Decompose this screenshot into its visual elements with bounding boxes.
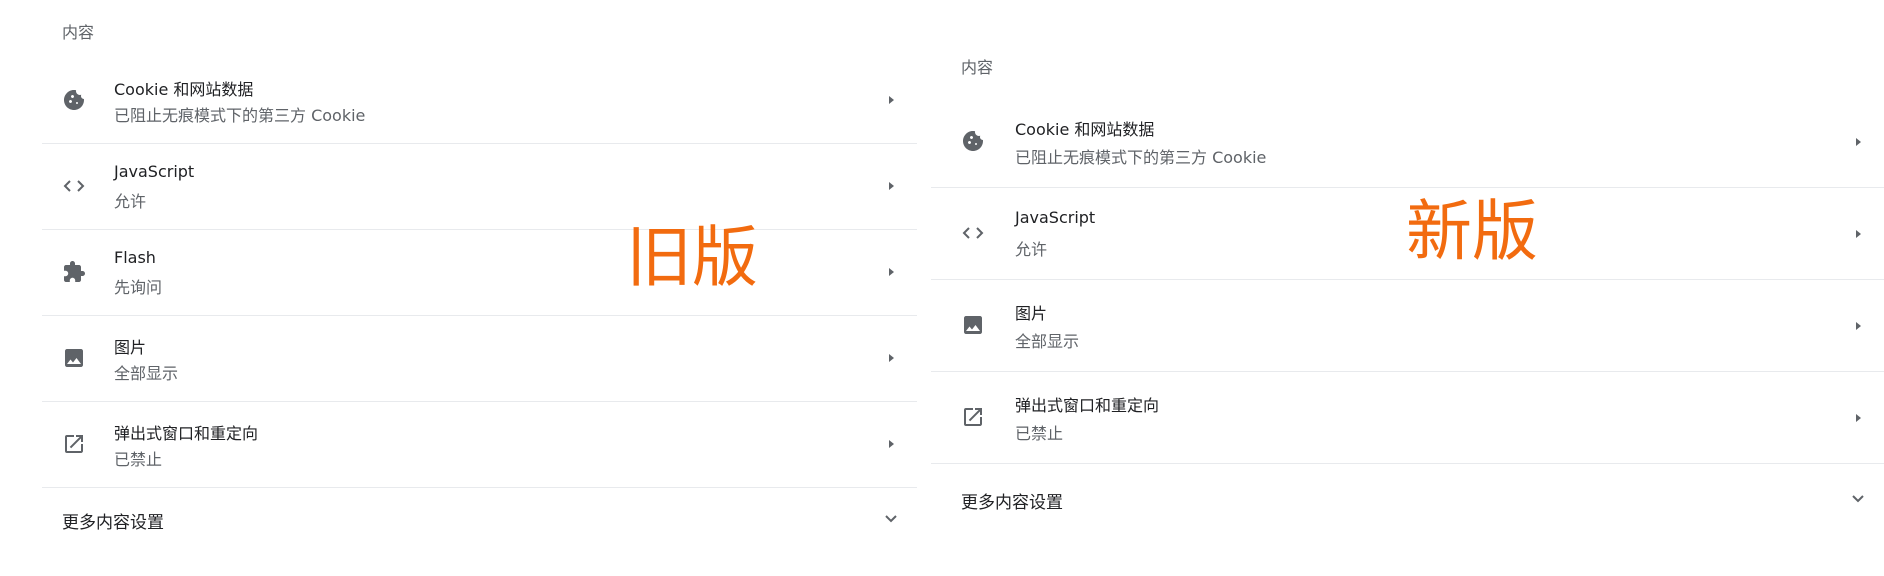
- open-in-new-icon: [62, 432, 86, 456]
- row-subtitle: 已阻止无痕模式下的第三方 Cookie: [114, 106, 366, 125]
- row-title: 图片: [114, 338, 147, 357]
- image-icon: [961, 313, 985, 337]
- more-content-settings[interactable]: 更多内容设置: [931, 474, 1884, 524]
- row-subtitle: 已禁止: [114, 450, 163, 469]
- chevron-right-icon: [885, 352, 897, 364]
- new-version-label: 新版: [1406, 193, 1538, 270]
- more-content-settings[interactable]: 更多内容设置: [42, 496, 917, 546]
- chevron-right-icon: [885, 266, 897, 278]
- row-javascript[interactable]: JavaScript 允许: [42, 144, 917, 230]
- row-subtitle: 已阻止无痕模式下的第三方 Cookie: [1015, 148, 1267, 167]
- row-subtitle: 允许: [1015, 240, 1048, 259]
- more-content-settings-label: 更多内容设置: [62, 513, 164, 533]
- row-title: 弹出式窗口和重定向: [1015, 396, 1160, 415]
- more-content-settings-label: 更多内容设置: [961, 493, 1063, 513]
- cookie-icon: [961, 129, 985, 153]
- puzzle-extension-icon: [62, 260, 86, 284]
- chevron-right-icon: [885, 180, 897, 192]
- chevron-right-icon: [1852, 412, 1864, 424]
- chevron-right-icon: [885, 438, 897, 450]
- row-images[interactable]: 图片 全部显示: [931, 280, 1884, 372]
- row-title: JavaScript: [114, 162, 195, 181]
- old-version-label: 旧版: [626, 219, 758, 296]
- row-title: 弹出式窗口和重定向: [114, 424, 259, 443]
- chevron-right-icon: [1852, 136, 1864, 148]
- row-cookies[interactable]: Cookie 和网站数据 已阻止无痕模式下的第三方 Cookie: [931, 96, 1884, 188]
- section-title: 内容: [961, 58, 994, 77]
- open-in-new-icon: [961, 405, 985, 429]
- row-title: Cookie 和网站数据: [1015, 120, 1155, 139]
- row-subtitle: 全部显示: [114, 364, 179, 383]
- row-subtitle: 先询问: [114, 278, 163, 297]
- row-title: JavaScript: [1015, 208, 1096, 227]
- row-images[interactable]: 图片 全部显示: [42, 316, 917, 402]
- row-popups[interactable]: 弹出式窗口和重定向 已禁止: [42, 402, 917, 488]
- chevron-down-icon: [1850, 490, 1866, 506]
- row-title: 图片: [1015, 304, 1048, 323]
- code-icon: [961, 221, 985, 245]
- row-subtitle: 已禁止: [1015, 424, 1064, 443]
- code-icon: [62, 174, 86, 198]
- row-cookies[interactable]: Cookie 和网站数据 已阻止无痕模式下的第三方 Cookie: [42, 58, 917, 144]
- image-icon: [62, 346, 86, 370]
- cookie-icon: [62, 88, 86, 112]
- section-title: 内容: [62, 23, 95, 42]
- row-subtitle: 允许: [114, 192, 147, 211]
- chevron-right-icon: [885, 94, 897, 106]
- row-popups[interactable]: 弹出式窗口和重定向 已禁止: [931, 372, 1884, 464]
- row-subtitle: 全部显示: [1015, 332, 1080, 351]
- chevron-right-icon: [1852, 228, 1864, 240]
- chevron-down-icon: [883, 510, 899, 526]
- row-flash[interactable]: Flash 先询问: [42, 230, 917, 316]
- row-title: Cookie 和网站数据: [114, 80, 254, 99]
- row-title: Flash: [114, 248, 156, 267]
- chevron-right-icon: [1852, 320, 1864, 332]
